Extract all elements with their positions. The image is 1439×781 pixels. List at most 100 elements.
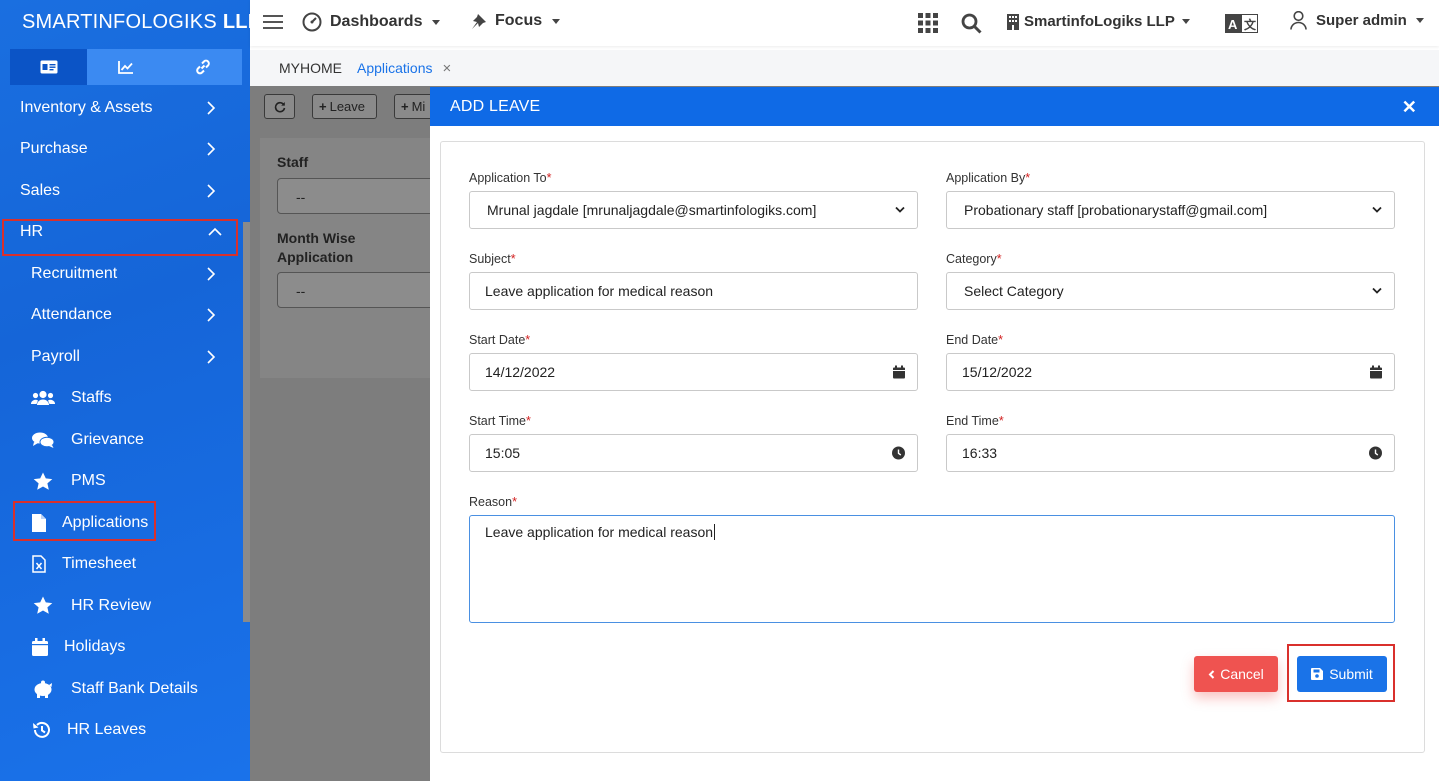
sidebar-item-inventory-assets[interactable]: Inventory & Assets: [0, 87, 243, 129]
required-marker: *: [525, 414, 531, 428]
sidebar-item-pms[interactable]: PMS: [0, 461, 243, 503]
start-date-input[interactable]: 14/12/2022: [469, 353, 918, 391]
modal-title: ADD LEAVE: [450, 97, 541, 115]
application-to-select[interactable]: Mrunal jagdale [mrunaljagdale@smartinfol…: [469, 191, 918, 229]
refresh-button[interactable]: [264, 94, 295, 119]
sidebar-item-purchase[interactable]: Purchase: [0, 129, 243, 171]
highlight-hr: [2, 219, 238, 256]
sidebar-tab-links[interactable]: [165, 49, 242, 85]
brand-suffix: LLP: [222, 10, 250, 33]
chevron-down-icon: [1372, 287, 1382, 294]
sidebar-tab-reports[interactable]: [87, 49, 164, 85]
required-marker: *: [998, 333, 1003, 347]
sidebar-item-holidays[interactable]: Holidays: [0, 627, 243, 669]
star-icon: [31, 596, 55, 615]
sidebar-item-timesheet[interactable]: Timesheet: [0, 544, 243, 586]
calendar-icon[interactable]: [893, 365, 905, 379]
sidebar-item-label: Sales: [20, 181, 61, 199]
reason-value: Leave application for medical reason: [485, 524, 714, 540]
reason-textarea[interactable]: Leave application for medical reason: [469, 515, 1395, 623]
subject-label: Subject*: [469, 252, 516, 266]
tab-applications[interactable]: Applications: [357, 60, 433, 76]
sidebar-tabs: [10, 49, 242, 85]
application-to-value: Mrunal jagdale [mrunaljagdale@smartinfol…: [487, 202, 817, 218]
focus-menu[interactable]: Focus: [470, 12, 561, 30]
subject-label-text: Subject: [469, 252, 511, 266]
month-wise-filter-value: --: [296, 283, 306, 299]
sidebar-item-label: Grievance: [71, 430, 144, 448]
dashboards-menu[interactable]: Dashboards: [302, 12, 441, 32]
month-wise-filter-label: Month Wise Application: [277, 229, 355, 267]
text-cursor: [714, 524, 716, 540]
sidebar-item-sales[interactable]: Sales: [0, 170, 243, 212]
building-icon: [1007, 13, 1019, 30]
breadcrumb-home[interactable]: MYHOME: [279, 60, 342, 76]
clock-icon[interactable]: [1369, 446, 1382, 460]
leave-form: Application To* Mrunal jagdale [mrunalja…: [440, 141, 1425, 753]
sidebar-item-hr-leaves[interactable]: HR Leaves: [0, 710, 243, 752]
sidebar-item-hr-review[interactable]: HR Review: [0, 585, 243, 627]
application-to-label: Application To*: [469, 171, 551, 185]
add-misc-button[interactable]: + Mi: [394, 94, 434, 119]
application-by-label: Application By*: [946, 171, 1030, 185]
refresh-icon: [274, 101, 285, 112]
sidebar-item-attendance[interactable]: Attendance: [0, 295, 243, 337]
submit-label: Submit: [1329, 666, 1373, 682]
comments-icon: [31, 432, 55, 448]
company-selector[interactable]: SmartinfoLogiks LLP: [1007, 13, 1190, 30]
end-date-input[interactable]: 15/12/2022: [946, 353, 1395, 391]
search-icon[interactable]: [961, 13, 982, 37]
start-time-input[interactable]: 15:05: [469, 434, 918, 472]
clock-icon[interactable]: [892, 446, 905, 460]
modal-header: ADD LEAVE ✕: [430, 87, 1439, 126]
sidebar-item-grievance[interactable]: Grievance: [0, 419, 243, 461]
svg-text:文: 文: [1244, 17, 1257, 32]
sidebar-item-label: Holidays: [64, 638, 126, 656]
staff-filter-select[interactable]: --: [277, 178, 437, 214]
user-menu[interactable]: Super admin: [1290, 11, 1424, 30]
chevron-down-icon: [1372, 206, 1382, 213]
required-marker: *: [546, 171, 552, 185]
close-tab-icon[interactable]: ×: [443, 60, 452, 77]
brand-logo[interactable]: SMARTINFOLOGIKSLLP: [0, 0, 250, 44]
history-icon: [31, 721, 51, 739]
month-wise-filter-select[interactable]: --: [277, 272, 437, 308]
calendar-icon[interactable]: [1370, 365, 1382, 379]
svg-text:A: A: [1228, 17, 1238, 32]
plus-icon: +: [401, 99, 409, 114]
sidebar-item-label: Timesheet: [62, 555, 137, 573]
sidebar-item-recruitment[interactable]: Recruitment: [0, 253, 243, 295]
application-by-select[interactable]: Probationary staff [probationarystaff@gm…: [946, 191, 1395, 229]
company-label: SmartinfoLogiks LLP: [1024, 13, 1175, 30]
category-select[interactable]: Select Category: [946, 272, 1395, 310]
sidebar-item-label: HR Leaves: [67, 721, 147, 739]
category-label: Category*: [946, 252, 1002, 266]
end-time-input[interactable]: 16:33: [946, 434, 1395, 472]
cancel-label: Cancel: [1220, 666, 1264, 682]
sidebar: SMARTINFOLOGIKSLLP Inventory & Assets Pu…: [0, 0, 250, 781]
subject-input[interactable]: Leave application for medical reason: [469, 272, 918, 310]
language-icon[interactable]: A文: [1225, 14, 1258, 36]
chevron-left-icon: [1208, 669, 1215, 679]
add-leave-modal: ADD LEAVE ✕ Application To* Mrunal jagda…: [430, 87, 1439, 781]
sidebar-tab-profile[interactable]: [10, 49, 88, 85]
close-icon[interactable]: ✕: [1402, 97, 1417, 118]
calendar-icon: [31, 638, 49, 657]
sidebar-item-staff-bank-details[interactable]: Staff Bank Details: [0, 668, 243, 710]
sidebar-item-staffs[interactable]: Staffs: [0, 378, 243, 420]
file-excel-icon: [31, 555, 47, 573]
end-date-label-text: End Date: [946, 333, 999, 347]
hamburger-icon[interactable]: [263, 14, 283, 33]
month-wise-label-line1: Month Wise: [277, 230, 356, 246]
add-leave-button[interactable]: + Leave: [312, 94, 377, 119]
reason-label: Reason*: [469, 495, 517, 509]
apps-grid-icon[interactable]: [918, 13, 938, 36]
caret-down-icon: [552, 18, 561, 24]
submit-button[interactable]: Submit: [1297, 656, 1387, 692]
chart-line-icon: [118, 61, 133, 74]
id-card-icon: [40, 60, 58, 74]
reason-label-text: Reason: [469, 495, 513, 509]
required-marker: *: [998, 414, 1004, 428]
cancel-button[interactable]: Cancel: [1194, 656, 1278, 692]
sidebar-item-payroll[interactable]: Payroll: [0, 336, 243, 378]
